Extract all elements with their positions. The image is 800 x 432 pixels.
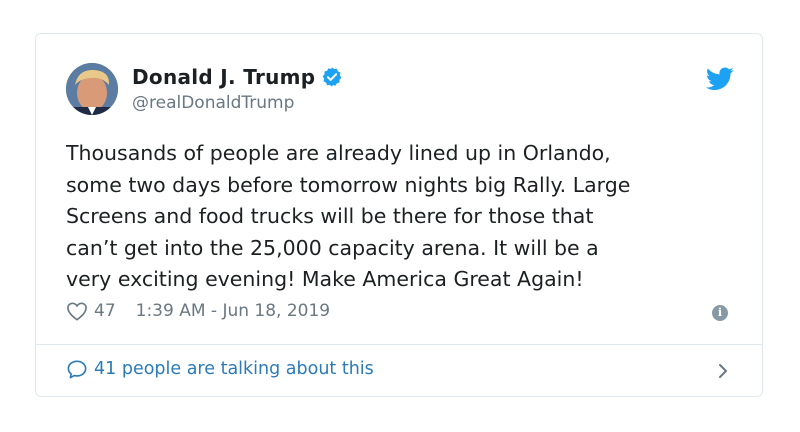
author-handle[interactable]: @realDonaldTrump [132,93,294,113]
author-row[interactable]: Donald J. Trump [132,65,343,89]
avatar[interactable] [66,63,118,115]
like-count[interactable]: 47 [94,301,116,321]
divider [36,344,762,345]
chevron-right-icon[interactable] [716,360,730,382]
tweet-timestamp[interactable]: 1:39 AM - Jun 18, 2019 [136,301,331,321]
speech-bubble-icon [66,359,88,379]
tweet-meta: 47 1:39 AM - Jun 18, 2019 [66,301,330,321]
verified-badge-icon [321,66,343,88]
tweet-text: Thousands of people are already lined up… [66,141,631,291]
twitter-bird-icon[interactable] [705,67,734,91]
conversation-link[interactable]: 41 people are talking about this [66,359,374,379]
heart-icon[interactable] [66,301,88,321]
conversation-text[interactable]: 41 people are talking about this [94,359,374,379]
avatar-image [66,63,118,115]
tweet-card[interactable]: Donald J. Trump @realDonaldTrump Thousan… [35,33,763,397]
info-icon[interactable]: i [712,305,728,321]
author-name[interactable]: Donald J. Trump [132,65,315,89]
